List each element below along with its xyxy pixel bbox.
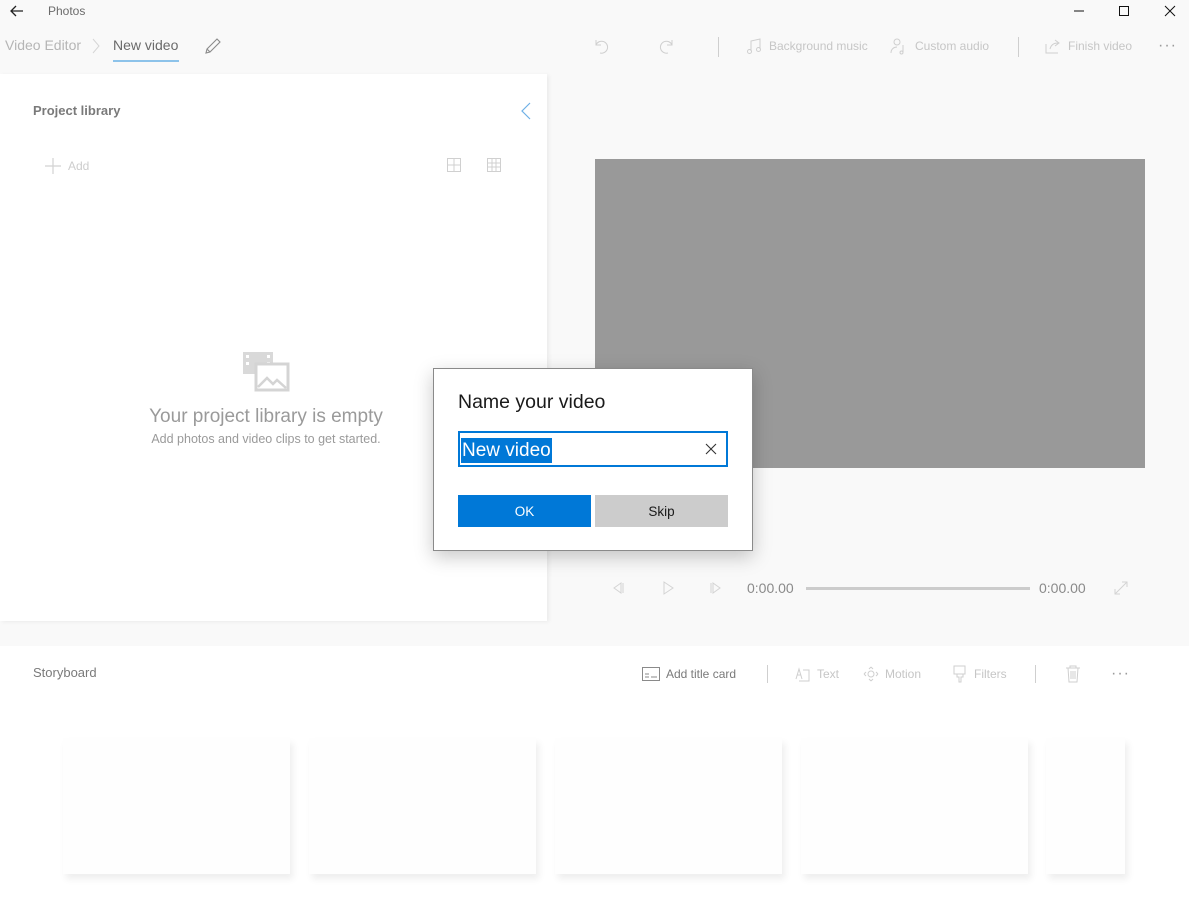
trash-icon	[1066, 665, 1080, 683]
video-name-input-value: New video	[461, 438, 552, 463]
fullscreen-button[interactable]	[1113, 580, 1129, 596]
add-media-button[interactable]: Add	[44, 157, 89, 175]
video-name-input[interactable]: New video	[458, 431, 728, 467]
breadcrumb-current-project[interactable]: New video	[113, 37, 178, 53]
dialog-title: Name your video	[458, 391, 606, 413]
pencil-icon	[205, 38, 221, 54]
current-time: 0:00.00	[747, 580, 794, 596]
chevron-left-icon	[521, 102, 531, 120]
minimize-button[interactable]	[1056, 0, 1102, 22]
add-title-card-button[interactable]: Add title card	[642, 665, 736, 683]
skip-button[interactable]: Skip	[595, 495, 728, 527]
custom-audio-button[interactable]: Custom audio	[889, 36, 989, 56]
storyboard-toolbar-divider	[767, 665, 768, 683]
ok-button[interactable]: OK	[458, 495, 591, 527]
filters-button[interactable]: Filters	[952, 665, 1007, 683]
storyboard-slot[interactable]	[63, 738, 290, 874]
text-button[interactable]: Text	[795, 665, 839, 683]
storyboard-slot[interactable]	[801, 738, 1028, 874]
background-music-label: Background music	[769, 39, 868, 53]
project-library-title: Project library	[33, 103, 121, 118]
total-duration: 0:00.00	[1039, 580, 1086, 596]
step-back-icon	[613, 582, 624, 594]
music-note-icon	[747, 38, 761, 54]
storyboard-slot[interactable]	[555, 738, 782, 874]
more-options-button[interactable]: ···	[1158, 36, 1177, 56]
custom-audio-icon	[890, 38, 904, 55]
previous-frame-button[interactable]	[611, 580, 627, 596]
finish-video-label: Finish video	[1068, 39, 1133, 53]
redo-icon	[659, 40, 673, 54]
storyboard-title: Storyboard	[33, 665, 97, 680]
delete-button[interactable]	[1065, 665, 1081, 683]
grid-2x2-icon	[447, 158, 461, 172]
back-button[interactable]	[6, 2, 28, 20]
empty-library-media-icon	[241, 350, 291, 392]
share-export-icon	[1045, 39, 1060, 54]
custom-audio-label: Custom audio	[915, 39, 990, 53]
storyboard-slot[interactable]	[309, 738, 536, 874]
chevron-right-icon	[91, 37, 101, 55]
add-title-card-label: Add title card	[666, 667, 737, 681]
close-icon	[1164, 5, 1176, 17]
finish-video-button[interactable]: Finish video	[1044, 36, 1132, 56]
maximize-button[interactable]	[1101, 0, 1147, 22]
play-icon	[663, 581, 674, 595]
background-music-button[interactable]: Background music	[745, 36, 868, 56]
undo-button[interactable]	[591, 36, 609, 56]
filters-label: Filters	[974, 667, 1007, 681]
name-video-dialog: Name your video New video OK Skip	[433, 368, 753, 551]
storyboard-toolbar-divider	[1035, 665, 1036, 683]
breadcrumb-active-indicator	[113, 60, 179, 62]
breadcrumb-video-editor[interactable]: Video Editor	[5, 37, 81, 53]
next-frame-button[interactable]	[707, 580, 723, 596]
text-label: Text	[817, 667, 840, 681]
filters-brush-icon	[953, 665, 966, 683]
storyboard-slot[interactable]	[1046, 738, 1125, 874]
toolbar-divider	[718, 37, 719, 57]
close-button[interactable]	[1147, 0, 1189, 22]
play-button[interactable]	[660, 580, 676, 596]
maximize-icon	[1119, 6, 1129, 16]
collapse-library-button[interactable]	[519, 101, 533, 121]
playback-scrubber[interactable]	[806, 587, 1030, 590]
clear-input-button[interactable]	[704, 442, 718, 456]
motion-icon	[863, 666, 879, 682]
arrow-left-icon	[10, 5, 23, 17]
storyboard-more-button[interactable]: ···	[1111, 665, 1130, 683]
undo-icon	[595, 40, 609, 54]
plus-icon	[45, 158, 61, 174]
toolbar-divider	[1018, 37, 1019, 57]
expand-icon	[1114, 581, 1128, 595]
small-grid-view-button[interactable]	[487, 158, 501, 172]
title-card-icon	[642, 667, 660, 681]
step-forward-icon	[710, 582, 721, 594]
large-grid-view-button[interactable]	[447, 158, 461, 172]
rename-button[interactable]	[203, 36, 223, 56]
motion-button[interactable]: Motion	[863, 665, 921, 683]
motion-label: Motion	[885, 667, 922, 681]
minimize-icon	[1074, 10, 1084, 12]
add-label: Add	[68, 159, 90, 173]
redo-button[interactable]	[659, 36, 677, 56]
clear-x-icon	[705, 443, 717, 455]
app-title: Photos	[48, 4, 86, 18]
text-icon	[795, 667, 810, 682]
grid-3x3-icon	[487, 158, 501, 172]
